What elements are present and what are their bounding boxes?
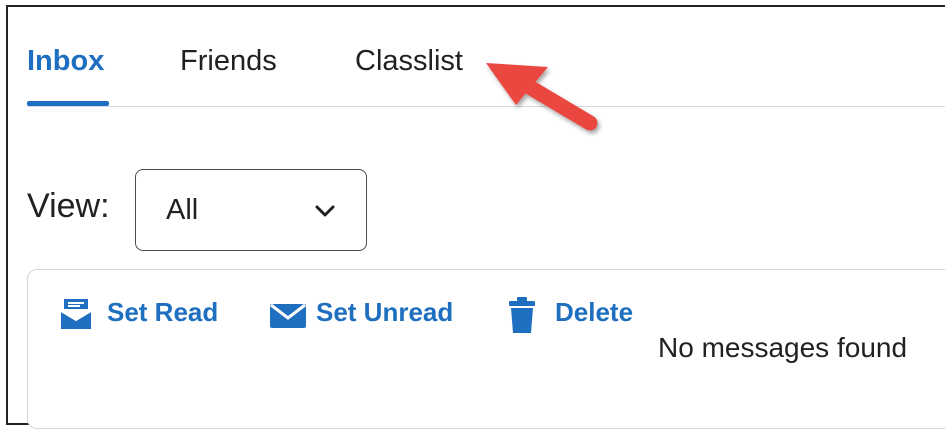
set-read-label: Set Read bbox=[107, 297, 219, 327]
chevron-down-icon bbox=[315, 205, 335, 217]
message-panel: Set Read Set Unread Delete No messages f… bbox=[27, 269, 945, 429]
annotation-arrow-icon bbox=[486, 63, 598, 131]
envelope-icon bbox=[270, 303, 306, 328]
set-unread-label: Set Unread bbox=[316, 297, 454, 327]
set-unread-button[interactable]: Set Unread bbox=[268, 294, 468, 334]
tab-bar: Inbox Friends Classlist bbox=[8, 7, 945, 107]
tab-inbox[interactable]: Inbox bbox=[27, 45, 104, 78]
view-selected-value: All bbox=[166, 194, 199, 226]
set-read-button[interactable]: Set Read bbox=[58, 294, 238, 334]
delete-label: Delete bbox=[555, 297, 634, 327]
empty-state-text: No messages found bbox=[658, 332, 908, 363]
app-window: Inbox Friends Classlist View: All Set Re… bbox=[6, 5, 945, 429]
tab-classlist[interactable]: Classlist bbox=[355, 45, 463, 78]
trash-icon bbox=[509, 297, 535, 333]
tab-friends[interactable]: Friends bbox=[180, 45, 277, 78]
view-filter-select[interactable]: All bbox=[135, 169, 367, 251]
delete-button[interactable]: Delete bbox=[508, 294, 648, 334]
envelope-open-icon bbox=[60, 299, 92, 329]
view-label: View: bbox=[27, 187, 110, 225]
